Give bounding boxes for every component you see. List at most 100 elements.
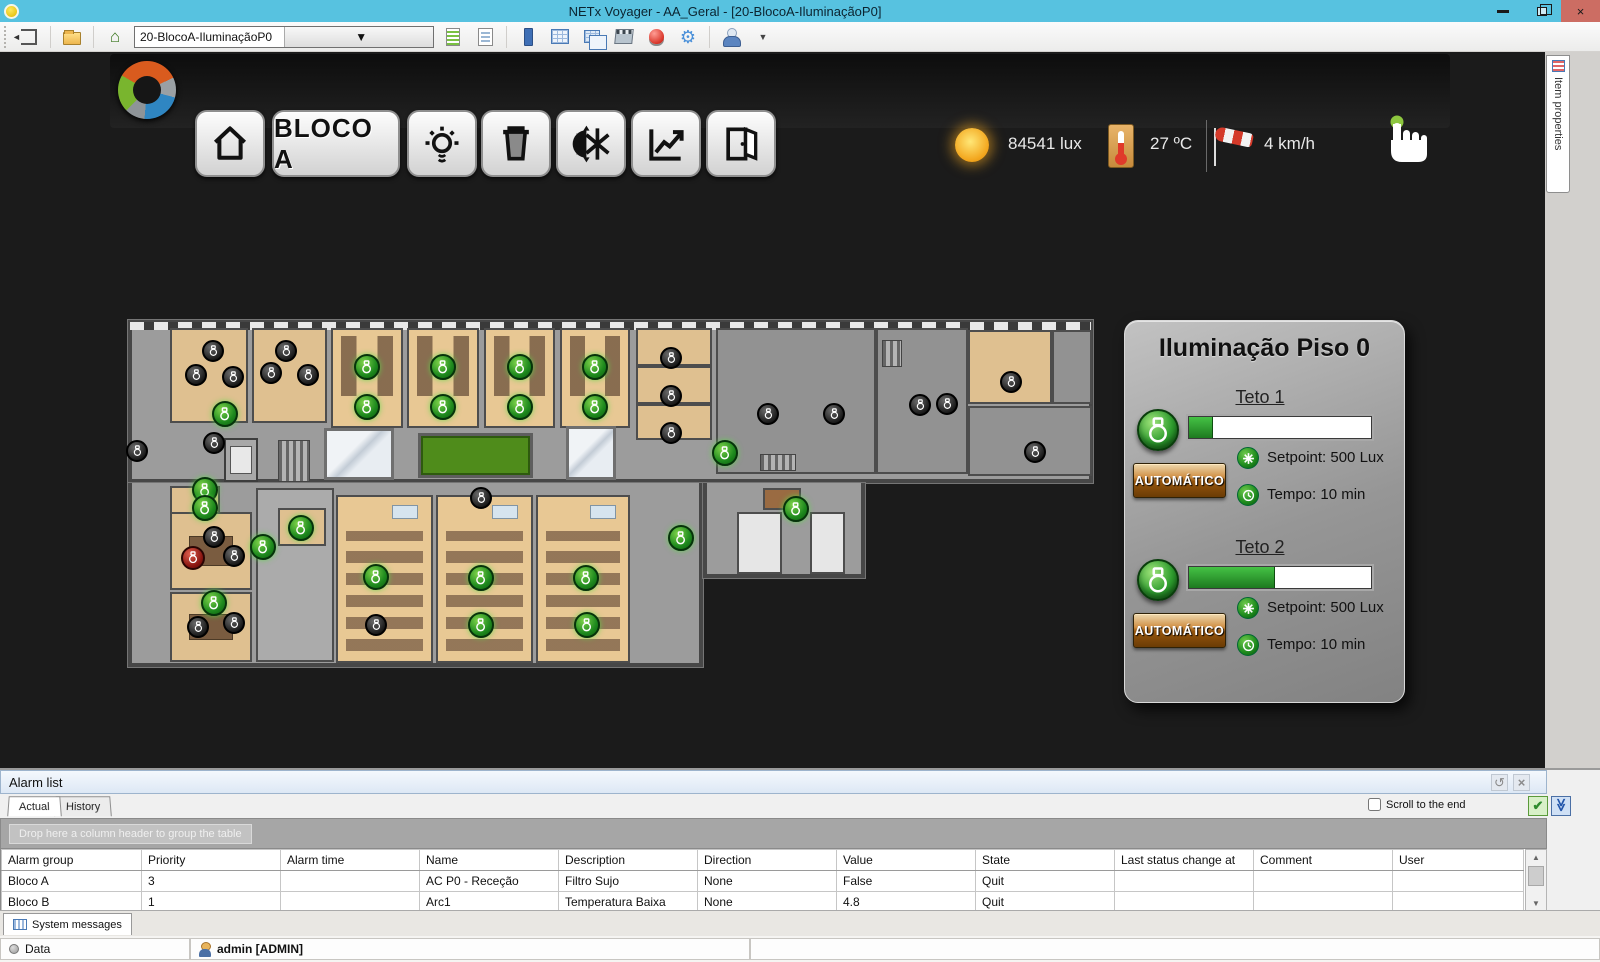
table-view-button[interactable] <box>547 25 573 49</box>
close-button[interactable]: × <box>1561 0 1600 22</box>
home-nav-button[interactable] <box>195 110 265 177</box>
close-panel-icon[interactable]: × <box>1513 774 1530 791</box>
alarm-cell[interactable] <box>1392 891 1524 912</box>
lamp-button[interactable] <box>181 546 205 570</box>
scroll-down-arrow[interactable]: ▼ <box>1526 896 1546 911</box>
alarm-cell[interactable]: Quit <box>975 891 1115 912</box>
alarm-row[interactable]: Bloco A 3 AC P0 - Receção Filtro Sujo None Fa… <box>1 870 1524 892</box>
alarm-cell[interactable] <box>280 891 420 912</box>
lamp-button[interactable] <box>1024 441 1046 463</box>
lamp-button[interactable] <box>288 515 314 541</box>
lamp-button[interactable] <box>582 394 608 420</box>
multi-table-button[interactable] <box>579 25 607 50</box>
lamp-button[interactable] <box>260 362 282 384</box>
minimize-button[interactable] <box>1483 0 1522 22</box>
alarm-cell[interactable] <box>1114 870 1254 892</box>
lamp-button[interactable] <box>297 364 319 386</box>
alarm-cell[interactable]: Temperatura Baixa <box>558 891 698 912</box>
lamp-button[interactable] <box>823 403 845 425</box>
view-selector-dropdown[interactable]: 20-BlocoA-IluminaçãoP0 ▼ <box>134 25 434 48</box>
touch-hand-icon[interactable] <box>1383 114 1429 172</box>
system-messages-tab[interactable]: System messages <box>3 913 132 935</box>
alarm-cell[interactable] <box>280 870 420 892</box>
item-properties-tab[interactable]: Item properties <box>1546 55 1570 193</box>
column-header[interactable]: Name <box>419 849 559 871</box>
settings-button[interactable]: ⚙ <box>675 25 701 49</box>
lighting-nav-button[interactable] <box>407 110 477 177</box>
lamp-button[interactable] <box>468 565 494 591</box>
alarm-cell[interactable]: False <box>836 870 976 892</box>
bloco-a-button[interactable]: BLOCO A <box>272 110 400 177</box>
teto2-auto-button[interactable]: AUTOMÁTICO <box>1133 613 1226 648</box>
tab-history[interactable]: History <box>54 796 113 817</box>
column-header[interactable]: Alarm group <box>1 849 142 871</box>
lamp-button[interactable] <box>192 495 218 521</box>
alarm-cell[interactable]: 4.8 <box>836 891 976 912</box>
column-header[interactable]: Alarm time <box>280 849 420 871</box>
alarm-cell[interactable]: None <box>697 870 837 892</box>
scroll-to-end-checkbox[interactable] <box>1368 798 1381 811</box>
alarm-cell[interactable] <box>1392 870 1524 892</box>
alarm-cell[interactable]: 1 <box>141 891 281 912</box>
access-nav-button[interactable] <box>706 110 776 177</box>
lamp-button[interactable] <box>430 394 456 420</box>
teto1-auto-button[interactable]: AUTOMÁTICO <box>1133 463 1226 498</box>
list-button[interactable] <box>440 25 466 49</box>
alarm-cell[interactable]: Quit <box>975 870 1115 892</box>
lamp-button[interactable] <box>468 612 494 638</box>
scheduler-button[interactable] <box>611 25 637 49</box>
dropdown-arrow-icon[interactable]: ▼ <box>283 26 433 47</box>
lamp-button[interactable] <box>223 612 245 634</box>
lamp-button[interactable] <box>936 393 958 415</box>
hvac-nav-button[interactable] <box>556 110 626 177</box>
alarm-row[interactable]: Bloco B 1 Arc1 Temperatura Baixa None 4.8 Quit <box>1 891 1524 912</box>
alarm-cell[interactable]: Bloco B <box>1 891 142 912</box>
column-header[interactable]: Priority <box>141 849 281 871</box>
toolbar-grip[interactable] <box>4 25 8 48</box>
lamp-button[interactable] <box>250 534 276 560</box>
scroll-up-arrow[interactable]: ▲ <box>1526 850 1546 865</box>
teto1-dimmer-track[interactable] <box>1188 416 1372 439</box>
column-header[interactable]: Comment <box>1253 849 1393 871</box>
lamp-button[interactable] <box>185 364 207 386</box>
lamp-button[interactable] <box>203 432 225 454</box>
lamp-button[interactable] <box>660 347 682 369</box>
lamp-button[interactable] <box>783 496 809 522</box>
alarm-cell[interactable]: AC P0 - Receção <box>419 870 559 892</box>
lamp-button[interactable] <box>582 354 608 380</box>
lamp-button[interactable] <box>203 526 225 548</box>
alarm-cell[interactable]: None <box>697 891 837 912</box>
lamp-button[interactable] <box>660 385 682 407</box>
lamp-button[interactable] <box>201 590 227 616</box>
lamp-button[interactable] <box>573 565 599 591</box>
alarm-cell[interactable] <box>1114 891 1254 912</box>
lamp-button[interactable] <box>574 612 600 638</box>
lamp-button[interactable] <box>909 394 931 416</box>
restore-button[interactable] <box>1522 0 1561 22</box>
lamp-button[interactable] <box>660 422 682 444</box>
lamp-button[interactable] <box>470 487 492 509</box>
column-header[interactable]: Description <box>558 849 698 871</box>
alarm-cell[interactable] <box>1253 870 1393 892</box>
acknowledge-button[interactable]: ✔ <box>1528 796 1548 816</box>
alarm-button[interactable] <box>643 25 669 49</box>
alarm-cell[interactable]: Arc1 <box>419 891 559 912</box>
home-button[interactable]: ⌂ <box>102 25 128 49</box>
lamp-button[interactable] <box>354 354 380 380</box>
teto2-dimmer-track[interactable] <box>1188 566 1372 589</box>
lamp-button[interactable] <box>223 545 245 567</box>
lamp-button[interactable] <box>712 440 738 466</box>
alarm-cell[interactable] <box>1253 891 1393 912</box>
lamp-button[interactable] <box>507 354 533 380</box>
lamp-button[interactable] <box>126 440 148 462</box>
teto2-lamp-button[interactable] <box>1137 559 1179 601</box>
alarm-cell[interactable]: 3 <box>141 870 281 892</box>
lamp-button[interactable] <box>1000 371 1022 393</box>
lamp-button[interactable] <box>507 394 533 420</box>
teto1-lamp-button[interactable] <box>1137 409 1179 451</box>
lamp-button[interactable] <box>222 366 244 388</box>
tab-actual[interactable]: Actual <box>7 796 62 817</box>
column-header[interactable]: Direction <box>697 849 837 871</box>
lamp-button[interactable] <box>275 340 297 362</box>
collapse-button[interactable]: ≫ <box>1551 796 1571 816</box>
